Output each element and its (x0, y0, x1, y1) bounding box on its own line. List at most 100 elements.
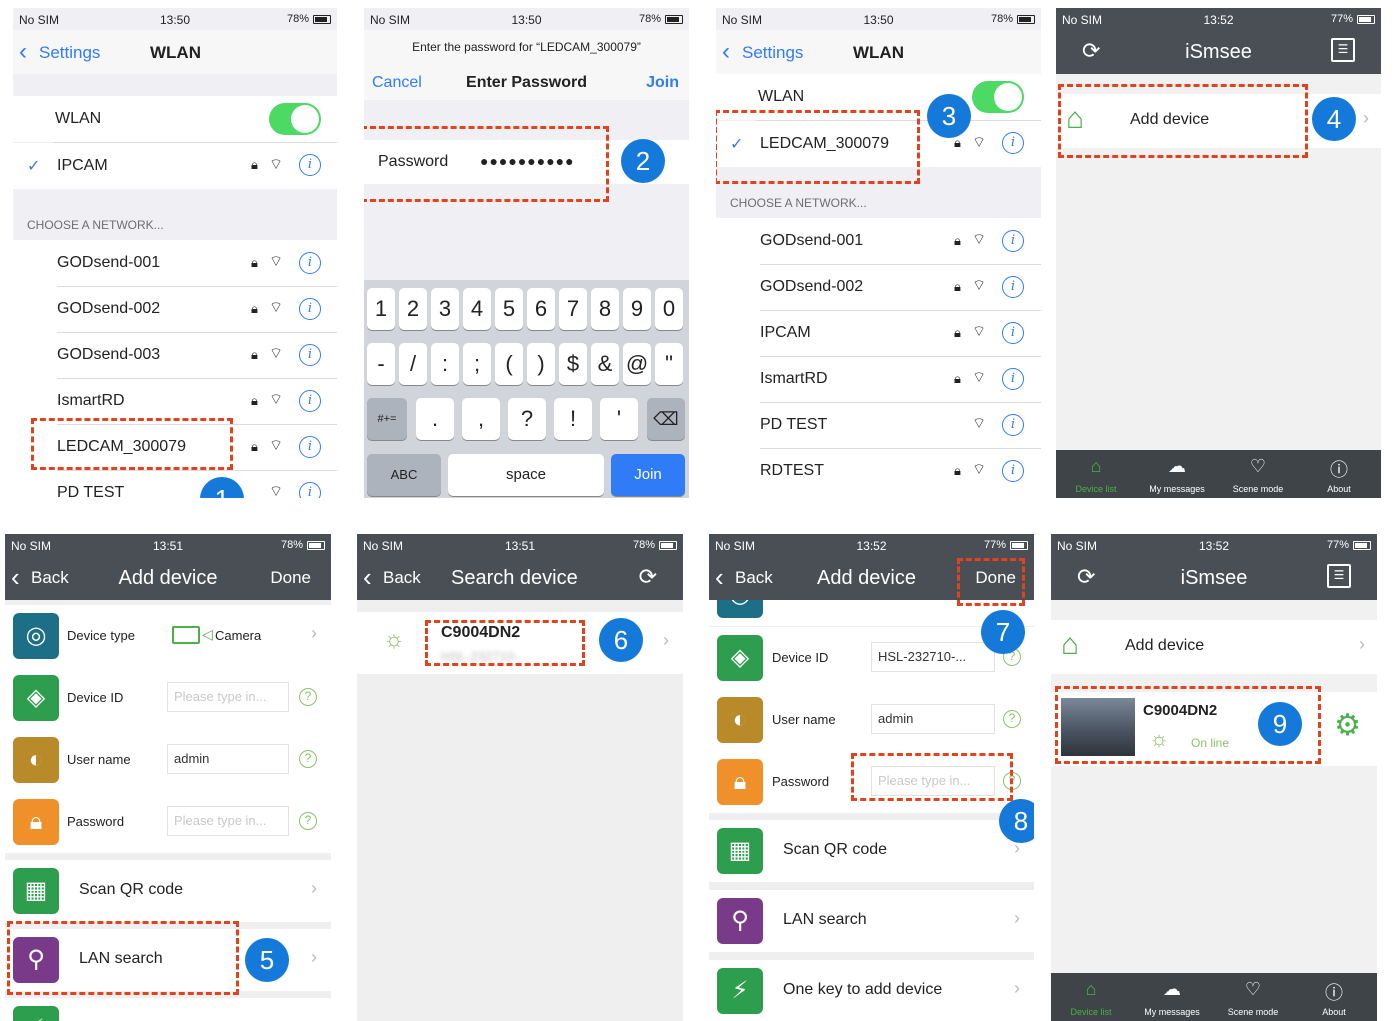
info-icon[interactable]: i (299, 436, 321, 458)
key[interactable]: $ (559, 343, 587, 385)
done-button[interactable]: Done (270, 568, 311, 588)
key[interactable]: 7 (559, 288, 587, 330)
network-row[interactable]: RDTEST 🔒︎ ⌔ i (716, 448, 1041, 494)
network-row[interactable]: GODsend-001 🔒︎ ⌔ i (13, 240, 337, 286)
step-badge: 3 (927, 94, 971, 138)
key[interactable]: 2 (399, 288, 427, 330)
help-icon[interactable]: ? (299, 750, 317, 768)
scan-qr-row[interactable]: ▦ Scan QR code › (709, 820, 1034, 882)
info-icon[interactable]: i (1002, 322, 1024, 344)
network-row[interactable]: IPCAM 🔒︎ ⌔ i (716, 310, 1041, 356)
key[interactable]: " (655, 343, 683, 385)
back-chevron-icon[interactable]: ‹ (722, 38, 730, 66)
network-row[interactable]: PD TEST ⌔ i (13, 470, 337, 498)
key[interactable]: 6 (527, 288, 555, 330)
back-button[interactable]: Back (383, 568, 421, 588)
key[interactable]: ' (600, 398, 638, 440)
scan-qr-row[interactable]: ▦ Scan QR code › (5, 860, 331, 922)
wlan-toggle[interactable] (972, 81, 1024, 113)
key[interactable]: : (431, 343, 459, 385)
tab-scene-mode[interactable]: Scene mode (1213, 1007, 1293, 1017)
key[interactable]: . (416, 398, 454, 440)
device-id-input[interactable]: Please type in... (167, 682, 289, 712)
key[interactable]: - (367, 343, 395, 385)
back-chevron-icon[interactable]: ‹ (19, 38, 27, 66)
info-icon[interactable]: i (299, 252, 321, 274)
back-chevron-icon[interactable]: ‹ (715, 562, 724, 593)
join-key[interactable]: Join (611, 454, 685, 496)
one-key-row[interactable]: ⚡ (5, 998, 331, 1021)
network-row[interactable]: GODsend-002 🔒︎ ⌔ i (13, 286, 337, 332)
space-key[interactable]: space (448, 454, 604, 496)
connected-network-row[interactable]: ✓ IPCAM 🔒︎ ⌔ i (13, 143, 337, 189)
info-icon[interactable]: i (299, 482, 321, 498)
info-icon[interactable]: i (1002, 460, 1024, 482)
battery-percent: 78% (638, 13, 661, 25)
key[interactable]: , (462, 398, 500, 440)
key[interactable]: & (591, 343, 619, 385)
back-button[interactable]: Settings (742, 43, 803, 63)
back-button[interactable]: Settings (39, 43, 100, 63)
key[interactable]: 1 (367, 288, 395, 330)
password-input[interactable]: Please type in... (167, 806, 289, 836)
info-icon[interactable]: i (299, 344, 321, 366)
tab-about[interactable]: About (1299, 484, 1379, 494)
back-button[interactable]: Back (735, 568, 773, 588)
info-icon[interactable]: i (1002, 368, 1024, 390)
key[interactable]: 0 (655, 288, 683, 330)
list-icon[interactable]: ☰ (1331, 38, 1355, 62)
key[interactable]: / (399, 343, 427, 385)
device-id-input[interactable]: HSL-232710-... (871, 642, 995, 672)
tab-device-list[interactable]: Device list (1056, 484, 1136, 494)
key[interactable]: 3 (431, 288, 459, 330)
add-device-row[interactable]: ⌂ Add device › (1051, 620, 1377, 674)
back-chevron-icon[interactable]: ‹ (363, 562, 372, 593)
network-row[interactable]: GODsend-003 🔒︎ ⌔ i (13, 332, 337, 378)
tab-my-messages[interactable]: My messages (1132, 1007, 1212, 1017)
key[interactable]: @ (623, 343, 651, 385)
key[interactable]: ( (495, 343, 523, 385)
key[interactable]: ; (463, 343, 491, 385)
info-icon[interactable]: i (1002, 132, 1024, 154)
user-name-input[interactable]: admin (167, 744, 289, 774)
abc-key[interactable]: ABC (367, 454, 441, 496)
backspace-icon[interactable]: ⌫ (647, 398, 685, 440)
info-icon[interactable]: i (1002, 276, 1024, 298)
key[interactable]: ) (527, 343, 555, 385)
status-bar: No SIM 13:52 77% (709, 534, 1034, 556)
one-key-row[interactable]: ⚡ One key to add device › (709, 960, 1034, 1021)
key[interactable]: 4 (463, 288, 491, 330)
symbols-key[interactable]: #+= (367, 398, 407, 440)
tab-device-list[interactable]: Device list (1051, 1007, 1131, 1017)
network-row[interactable]: IsmartRD 🔒︎ ⌔ i (716, 356, 1041, 402)
info-icon[interactable]: i (1002, 414, 1024, 436)
list-icon[interactable]: ☰ (1327, 564, 1351, 588)
section-header: CHOOSE A NETWORK... (27, 218, 164, 232)
tab-scene-mode[interactable]: Scene mode (1218, 484, 1298, 494)
tab-my-messages[interactable]: My messages (1137, 484, 1217, 494)
key[interactable]: 5 (495, 288, 523, 330)
network-row[interactable]: GODsend-001 🔒︎ ⌔ i (716, 218, 1041, 264)
network-row[interactable]: PD TEST ⌔ i (716, 402, 1041, 448)
info-icon[interactable]: i (299, 390, 321, 412)
help-icon[interactable]: ? (299, 688, 317, 706)
wlan-toggle[interactable] (269, 103, 321, 135)
tab-about[interactable]: About (1294, 1007, 1374, 1017)
key[interactable]: ? (508, 398, 546, 440)
join-button[interactable]: Join (646, 74, 679, 92)
network-row[interactable]: GODsend-002 🔒︎ ⌔ i (716, 264, 1041, 310)
key[interactable]: 9 (623, 288, 651, 330)
help-icon[interactable]: ? (299, 812, 317, 830)
key[interactable]: ! (554, 398, 592, 440)
gear-icon[interactable]: ⚙ (1334, 708, 1361, 743)
info-icon[interactable]: i (299, 154, 321, 176)
help-icon[interactable]: ? (1003, 710, 1021, 728)
lan-search-row[interactable]: ⚲ LAN search › (709, 890, 1034, 952)
device-type-row[interactable]: ◎ Device type ◁ Camera › (5, 605, 331, 667)
wlan-toggle-row: WLAN (13, 96, 337, 142)
refresh-icon[interactable]: ⟳ (639, 564, 657, 590)
info-icon[interactable]: i (1002, 230, 1024, 252)
info-icon[interactable]: i (299, 298, 321, 320)
user-name-input[interactable]: admin (871, 704, 995, 734)
key[interactable]: 8 (591, 288, 619, 330)
